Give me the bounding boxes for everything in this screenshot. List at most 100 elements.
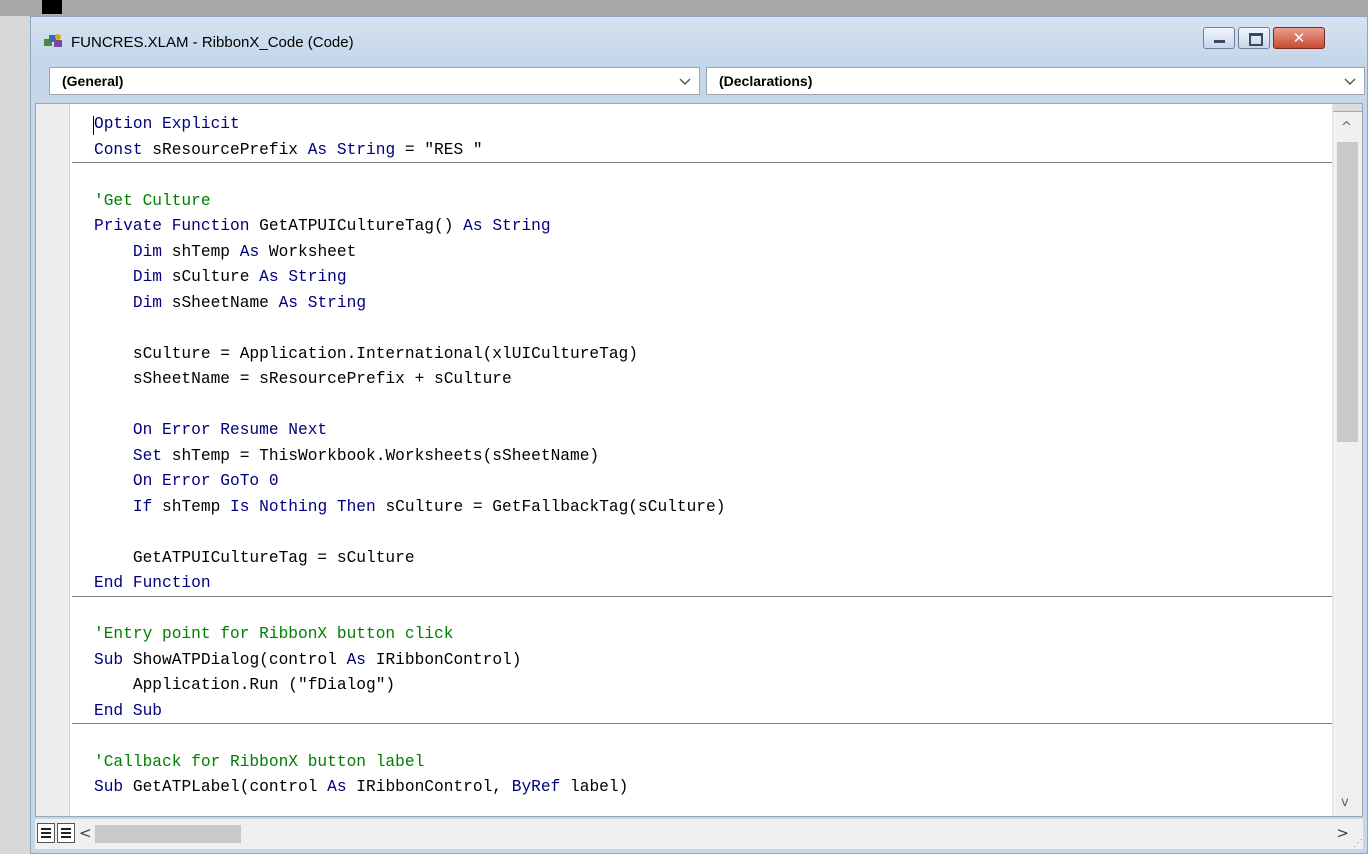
code-line[interactable] <box>94 520 1334 546</box>
resize-grip-icon[interactable]: ⋰ <box>1353 838 1363 849</box>
procedure-separator <box>72 595 1332 597</box>
scroll-up-arrow-icon[interactable]: ^ <box>1341 120 1352 135</box>
code-token: shTemp = ThisWorkbook.Worksheets(sSheetN… <box>162 446 600 465</box>
keyword-token: Sub <box>94 650 124 669</box>
code-line[interactable] <box>94 393 1334 419</box>
code-line[interactable] <box>94 316 1334 342</box>
keyword-token: String <box>336 140 396 159</box>
code-line[interactable] <box>94 724 1334 750</box>
scroll-right-arrow-icon[interactable]: > <box>1336 824 1349 842</box>
procedure-dropdown[interactable]: (Declarations) <box>706 67 1365 95</box>
chevron-down-icon <box>679 78 691 85</box>
close-icon: ✕ <box>1292 29 1306 47</box>
keyword-token: Dim <box>132 268 163 286</box>
code-line[interactable]: Dim sCulture As String <box>94 265 1334 291</box>
code-editor[interactable]: Option Explicit Const sResourcePrefix As … <box>35 103 1363 817</box>
comment-token: 'Entry point for RibbonX button click <box>94 625 454 643</box>
code-line[interactable] <box>94 597 1334 623</box>
vertical-scrollbar[interactable]: ^ v <box>1332 104 1362 816</box>
code-line[interactable]: Option Explicit <box>94 112 1334 138</box>
code-text-area[interactable]: Option Explicit Const sResourcePrefix As … <box>94 112 1334 801</box>
keyword-token: End Function <box>94 574 211 592</box>
code-token: sSheetName = sResourcePrefix + sCulture <box>94 370 512 388</box>
code-token: GetATPUICultureTag() <box>249 217 464 235</box>
title-bar[interactable]: FUNCRES.XLAM - RibbonX_Code (Code) ✕ <box>31 17 1367 67</box>
split-bar[interactable] <box>1333 104 1362 112</box>
procedure-dropdown-value: (Declarations) <box>719 73 813 89</box>
keyword-token: Dim <box>132 293 163 312</box>
code-line[interactable]: End Sub <box>94 699 1334 725</box>
code-line[interactable]: On Error GoTo 0 <box>94 469 1334 495</box>
object-dropdown[interactable]: (General) <box>49 67 700 95</box>
code-line[interactable]: Private Function GetATPUICultureTag() As… <box>94 214 1334 240</box>
host-app-marker <box>42 0 62 14</box>
horizontal-scroll-thumb[interactable] <box>95 825 241 843</box>
minimize-icon <box>1214 40 1225 43</box>
code-line[interactable]: Const sResourcePrefix As String = "RES " <box>94 138 1334 164</box>
code-line[interactable] <box>94 163 1334 189</box>
keyword-token: As <box>278 293 299 312</box>
keyword-token: ByRef <box>511 778 561 796</box>
code-line[interactable]: Application.Run ("fDialog") <box>94 673 1334 699</box>
code-line[interactable]: If shTemp Is Nothing Then sCulture = Get… <box>94 495 1334 521</box>
text-caret <box>93 116 94 135</box>
keyword-token: Const <box>94 140 143 159</box>
keyword-token: Private <box>94 217 162 235</box>
keyword-token: Sub <box>94 778 124 796</box>
keyword-token: As <box>239 242 260 261</box>
full-module-view-icon <box>61 828 71 838</box>
keyword-token: Function <box>171 217 250 235</box>
code-line[interactable]: Sub ShowATPDialog(control As IRibbonCont… <box>94 648 1334 674</box>
keyword-token: Is Nothing Then <box>230 497 376 516</box>
margin-indicator-bar[interactable] <box>36 104 70 816</box>
code-line[interactable]: Dim shTemp As Worksheet <box>94 240 1334 266</box>
procedure-view-button[interactable] <box>37 823 55 843</box>
code-token: sCulture = GetFallbackTag(sCulture) <box>375 497 726 516</box>
code-line[interactable]: 'Get Culture <box>94 189 1334 215</box>
host-app-strip <box>0 0 1368 16</box>
keyword-token: String <box>288 268 347 286</box>
code-token: sSheetName <box>162 293 279 312</box>
keyword-token: Set <box>132 446 163 465</box>
minimize-button[interactable] <box>1203 27 1235 49</box>
keyword-token: As <box>463 217 483 235</box>
code-line[interactable]: Set shTemp = ThisWorkbook.Worksheets(sSh… <box>94 444 1334 470</box>
code-line[interactable]: Sub GetATPLabel(control As IRibbonContro… <box>94 775 1334 801</box>
keyword-token: String <box>307 293 367 312</box>
code-token: Application.Run ("fDialog") <box>94 676 396 694</box>
code-token: GetATPUICultureTag = sCulture <box>94 548 415 567</box>
code-line[interactable]: 'Entry point for RibbonX button click <box>94 622 1334 648</box>
code-line[interactable]: sCulture = Application.International(xlU… <box>94 342 1334 368</box>
vertical-scroll-thumb[interactable] <box>1337 142 1358 442</box>
keyword-token: Dim <box>132 242 163 261</box>
keyword-token: Option Explicit <box>94 115 240 133</box>
close-button[interactable]: ✕ <box>1273 27 1325 49</box>
code-line[interactable]: GetATPUICultureTag = sCulture <box>94 546 1334 572</box>
code-line[interactable]: On Error Resume Next <box>94 418 1334 444</box>
window-title: FUNCRES.XLAM - RibbonX_Code (Code) <box>71 34 354 51</box>
host-app-left-edge <box>0 16 30 854</box>
scroll-left-arrow-icon[interactable]: < <box>79 824 92 842</box>
code-line[interactable]: sSheetName = sResourcePrefix + sCulture <box>94 367 1334 393</box>
procedure-view-icon <box>41 828 51 838</box>
code-line[interactable]: Dim sSheetName As String <box>94 291 1334 317</box>
code-line[interactable]: End Function <box>94 571 1334 597</box>
maximize-button[interactable] <box>1238 27 1270 49</box>
code-token: Worksheet <box>259 242 357 261</box>
code-token: = "RES " <box>395 140 483 159</box>
comment-token: 'Callback for RibbonX button label <box>94 752 425 771</box>
maximize-icon <box>1249 33 1263 46</box>
comment-token: 'Get Culture <box>94 191 211 210</box>
code-token: sCulture = Application.International(xlU… <box>94 344 638 363</box>
scroll-down-arrow-icon[interactable]: v <box>1341 795 1349 810</box>
code-line[interactable]: 'Callback for RibbonX button label <box>94 750 1334 776</box>
code-token: IRibbonControl) <box>366 650 522 669</box>
vba-module-icon <box>44 34 62 47</box>
full-module-view-button[interactable] <box>57 823 75 843</box>
